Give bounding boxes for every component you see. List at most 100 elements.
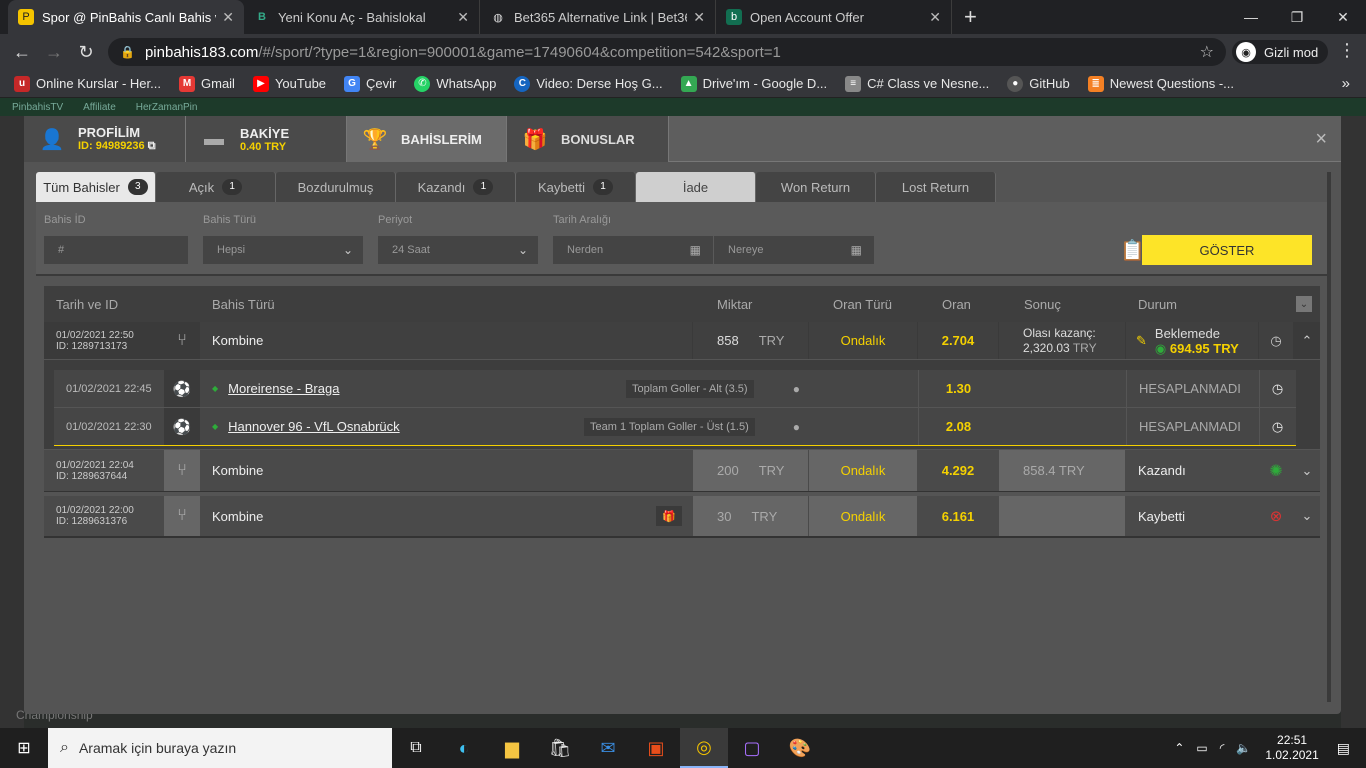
close-window-icon[interactable]: ✕ xyxy=(1320,0,1366,34)
tab-profile[interactable]: 👤 PROFİLİM ID: 94989236 ⧉ xyxy=(24,116,186,162)
subtab-cashed-out[interactable]: Bozdurulmuş xyxy=(276,172,396,202)
subtab-refund[interactable]: İade xyxy=(636,172,756,202)
edge-icon[interactable]: ◐ xyxy=(440,738,488,759)
bookmarks-overflow-icon[interactable]: » xyxy=(1342,75,1350,92)
tab-title: Open Account Offer xyxy=(750,9,864,25)
minimize-icon[interactable]: — xyxy=(1228,0,1274,34)
tray-chevron-up-icon[interactable]: ⌃ xyxy=(1174,741,1184,755)
close-tab-icon[interactable]: ✕ xyxy=(222,9,234,26)
bookmark-drive[interactable]: ▲ Drive'ım - Google D... xyxy=(680,75,827,92)
tab-title: Bet365 Alternative Link | Bet365 L xyxy=(514,9,687,25)
match-link[interactable]: Moreirense - Braga xyxy=(228,381,339,396)
bookmark-whatsapp[interactable]: ✆ WhatsApp xyxy=(414,75,496,92)
windows-start-icon[interactable]: ⊞ xyxy=(0,728,48,768)
bet-amount: 30 xyxy=(717,508,732,524)
browser-tab-bahislokal[interactable]: B Yeni Konu Aç - Bahislokal ✕ xyxy=(244,0,480,34)
chevron-up-icon[interactable]: ⌃ xyxy=(1294,322,1320,359)
site-link[interactable]: HerZamanPin xyxy=(136,102,198,113)
subtab-won-return[interactable]: Won Return xyxy=(756,172,876,202)
close-tab-icon[interactable]: ✕ xyxy=(929,9,941,26)
bet-id-input[interactable]: # xyxy=(44,236,188,264)
bookmark-online-kurslar[interactable]: u Online Kurslar - Her... xyxy=(14,75,161,92)
chevron-down-icon[interactable]: ⌄ xyxy=(1294,450,1320,491)
notifications-icon[interactable]: ▤ xyxy=(1337,740,1350,757)
bookmark-github[interactable]: ● GitHub xyxy=(1007,75,1070,92)
task-view-icon[interactable]: ⧉ xyxy=(392,739,440,757)
tab-balance[interactable]: ▬ BAKİYE 0.40 TRY xyxy=(186,116,347,162)
table-row[interactable]: 01/02/2021 22:50 ID: 1289713173 ⑂ Kombin… xyxy=(44,322,1320,360)
subtab-label: Açık xyxy=(188,179,215,195)
expand-all-icon[interactable]: ⌄ xyxy=(1296,296,1312,312)
chrome-icon[interactable]: ◎ xyxy=(680,728,728,768)
show-button[interactable]: GÖSTER xyxy=(1142,235,1312,265)
mail-icon[interactable]: ✉ xyxy=(584,738,632,759)
site-link[interactable]: Affiliate xyxy=(83,102,116,113)
bookmark-video-derse[interactable]: C Video: Derse Hoş G... xyxy=(514,75,663,92)
site-link[interactable]: PinbahisTV xyxy=(12,102,63,113)
bookmark-cevir[interactable]: G Çevir xyxy=(344,75,396,92)
new-tab-button[interactable]: + xyxy=(964,0,977,34)
office-icon[interactable]: ▣ xyxy=(632,738,680,759)
chevron-down-icon[interactable]: ⌄ xyxy=(1294,496,1320,536)
period-select[interactable]: 24 Saat ⌄ xyxy=(378,236,538,264)
bookmark-star-icon[interactable]: ☆ xyxy=(1200,42,1214,62)
count-badge: 3 xyxy=(127,179,148,195)
restore-icon[interactable]: ❐ xyxy=(1274,0,1320,34)
bookmark-gmail[interactable]: M Gmail xyxy=(179,75,235,92)
twitch-icon[interactable]: ▢ xyxy=(728,738,776,759)
tab-bonuses[interactable]: 🎁 BONUSLAR xyxy=(507,116,669,162)
bookmark-csharp[interactable]: ≡ C# Class ve Nesne... xyxy=(845,75,989,92)
battery-icon[interactable]: ▭ xyxy=(1196,741,1207,755)
address-bar[interactable]: 🔒 pinbahis183.com /#/sport/?type=1&regio… xyxy=(108,38,1226,66)
file-explorer-icon[interactable]: ▆ xyxy=(488,738,536,759)
wifi-icon[interactable]: ◜ xyxy=(1220,741,1225,755)
info-icon[interactable]: ● xyxy=(793,382,800,396)
reload-icon[interactable]: ↻ xyxy=(70,42,102,63)
info-icon[interactable]: ● xyxy=(793,420,800,434)
copy-icon[interactable]: ⧉ xyxy=(148,140,156,152)
subtab-lost-return[interactable]: Lost Return xyxy=(876,172,996,202)
subtab-all-bets[interactable]: Tüm Bahisler 3 xyxy=(36,172,156,202)
close-modal-icon[interactable]: × xyxy=(1315,128,1327,151)
subtab-won[interactable]: Kazandı 1 xyxy=(396,172,516,202)
incognito-label: Gizli mod xyxy=(1264,44,1319,60)
bookmark-youtube[interactable]: ▶ YouTube xyxy=(252,75,327,92)
browser-tab-pinbahis[interactable]: P Spor @ PinBahis Canlı Bahis ve C ✕ xyxy=(8,0,244,34)
clock-icon[interactable]: ◷ xyxy=(1259,408,1295,445)
volume-icon[interactable]: 🔈 xyxy=(1236,741,1251,755)
table-row[interactable]: 01/02/2021 22:00 ID: 1289631376 ⑂ Kombin… xyxy=(44,496,1320,538)
potential-win-value: 2,320.03 xyxy=(1023,340,1070,355)
selection-row[interactable]: 01/02/2021 22:30 ⚽ ◆ Hannover 96 - VfL O… xyxy=(54,408,1296,446)
pencil-icon[interactable]: ✎ xyxy=(1136,333,1147,349)
store-icon[interactable]: 🛍 xyxy=(536,738,584,759)
close-tab-icon[interactable]: ✕ xyxy=(693,9,705,26)
date-to-input[interactable]: Nereye ▦ xyxy=(714,236,874,264)
taskbar-search[interactable]: ⌕ Aramak için buraya yazın xyxy=(48,728,392,768)
forward-icon[interactable]: → xyxy=(38,42,70,63)
table-row[interactable]: 01/02/2021 22:04 ID: 1289637644 ⑂ Kombin… xyxy=(44,450,1320,492)
clock-icon[interactable]: ◷ xyxy=(1259,322,1293,359)
bookmark-label: YouTube xyxy=(274,76,327,91)
paint-icon[interactable]: 🎨 xyxy=(776,738,824,759)
selection-date: 01/02/2021 22:45 xyxy=(66,382,152,395)
bet-type-select[interactable]: Hepsi ⌄ xyxy=(203,236,363,264)
browser-tab-bet365-link[interactable]: ◍ Bet365 Alternative Link | Bet365 L ✕ xyxy=(480,0,716,34)
subtab-open[interactable]: Açık 1 xyxy=(156,172,276,202)
cashout-amount[interactable]: 694.95 TRY xyxy=(1170,341,1239,356)
browser-tab-open-account[interactable]: b Open Account Offer ✕ xyxy=(716,0,952,34)
clock[interactable]: 22:51 1.02.2021 xyxy=(1265,733,1318,763)
incognito-indicator[interactable]: ◉ Gizli mod xyxy=(1232,40,1329,64)
selection-row[interactable]: 01/02/2021 22:45 ⚽ ◆ Moreirense - Braga … xyxy=(54,370,1296,408)
tab-my-bets[interactable]: 🏆 BAHİSLERİM xyxy=(347,116,507,162)
modal-scrollbar[interactable] xyxy=(1327,172,1331,702)
date-from-input[interactable]: Nerden ▦ xyxy=(553,236,713,264)
back-icon[interactable]: ← xyxy=(6,42,38,63)
browser-menu-icon[interactable]: ⋮ xyxy=(1338,40,1356,61)
udemy-icon: u xyxy=(14,75,30,92)
clock-icon[interactable]: ◷ xyxy=(1259,370,1295,407)
subtab-lost[interactable]: Kaybetti 1 xyxy=(516,172,636,202)
bahislokal-icon: B xyxy=(258,11,266,23)
close-tab-icon[interactable]: ✕ xyxy=(457,9,469,26)
match-link[interactable]: Hannover 96 - VfL Osnabrück xyxy=(228,419,400,434)
bookmark-stackoverflow[interactable]: ≣ Newest Questions -... xyxy=(1087,75,1234,92)
